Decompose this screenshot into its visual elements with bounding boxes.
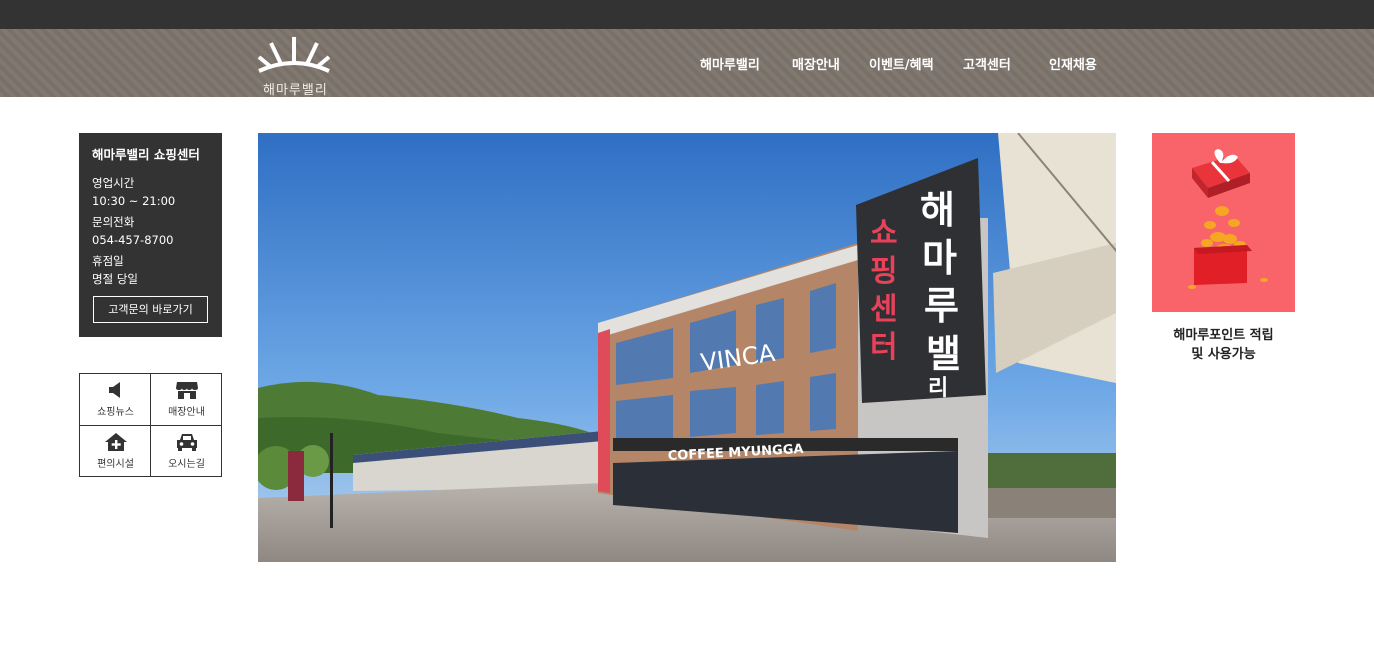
quick-link-facilities[interactable]: 편의시설 (80, 426, 151, 477)
hours-label: 영업시간 (92, 176, 135, 190)
nav-item-recruit[interactable]: 인재채용 (1049, 54, 1097, 73)
svg-text:센: 센 (870, 292, 898, 327)
gift-box-icon (1188, 149, 1268, 289)
quick-link-shopping-news[interactable]: 쇼핑뉴스 (80, 374, 151, 425)
store-icon (175, 382, 198, 399)
quick-link-store-guide[interactable]: 매장안내 (151, 374, 222, 425)
phone-label: 문의전화 (92, 215, 135, 229)
quick-link-label: 편의시설 (97, 459, 134, 470)
nav-item-events[interactable]: 이벤트/혜택 (869, 54, 934, 73)
megaphone-icon (108, 382, 120, 398)
main-nav: 해마루밸리 매장안내 이벤트/혜택 고객센터 인재채용 (0, 29, 1374, 97)
nav-item-store-guide[interactable]: 매장안내 (792, 54, 840, 73)
point-promo-caption: 해마루포인트 적립 및 사용가능 (1152, 326, 1295, 364)
site-header: 해마루밸리 해마루밸리 매장안내 이벤트/혜택 고객센터 인재채용 (0, 29, 1374, 98)
info-box-title: 해마루밸리 쇼핑센터 (92, 147, 200, 162)
car-icon (176, 434, 197, 451)
svg-text:밸: 밸 (926, 332, 961, 376)
quick-link-label: 쇼핑뉴스 (97, 407, 134, 418)
hours-value: 10:30 ~ 21:00 (92, 194, 176, 208)
nav-item-customer-center[interactable]: 고객센터 (963, 54, 1011, 73)
top-bar (0, 0, 1374, 29)
customer-inquiry-button[interactable]: 고객문의 바로가기 (93, 296, 208, 323)
info-box: 해마루밸리 쇼핑센터 영업시간 10:30 ~ 21:00 문의전화 054-4… (79, 133, 222, 337)
svg-text:해: 해 (920, 188, 955, 232)
svg-text:리: 리 (928, 376, 948, 401)
point-promo-banner[interactable] (1152, 133, 1295, 312)
svg-text:루: 루 (924, 284, 959, 328)
svg-text:쇼: 쇼 (870, 216, 898, 251)
quick-link-directions[interactable]: 오시는길 (151, 426, 222, 477)
svg-text:핑: 핑 (870, 254, 898, 289)
home-plus-icon (104, 433, 127, 451)
caption-line: 해마루포인트 적립 (1173, 328, 1274, 343)
closed-label: 휴점일 (92, 254, 124, 268)
quick-link-label: 매장안내 (168, 407, 205, 418)
caption-line: 및 사용가능 (1191, 347, 1256, 362)
phone-value: 054-457-8700 (92, 233, 174, 247)
closed-value: 명절 당일 (92, 272, 138, 286)
nav-item-haemaru-valley[interactable]: 해마루밸리 (700, 54, 760, 73)
quick-links: 쇼핑뉴스 매장안내 편의시설 오시는길 (79, 373, 222, 477)
svg-text:터: 터 (870, 330, 898, 365)
quick-link-label: 오시는길 (168, 459, 205, 470)
shopping-center-photo: 쇼 핑 센 터 해 마 루 밸 리 VINCA COFFEE MYUNGGA (258, 133, 1116, 562)
hero-image: 쇼 핑 센 터 해 마 루 밸 리 VINCA COFFEE MYUNGGA (258, 133, 1116, 562)
svg-text:마: 마 (922, 236, 957, 280)
